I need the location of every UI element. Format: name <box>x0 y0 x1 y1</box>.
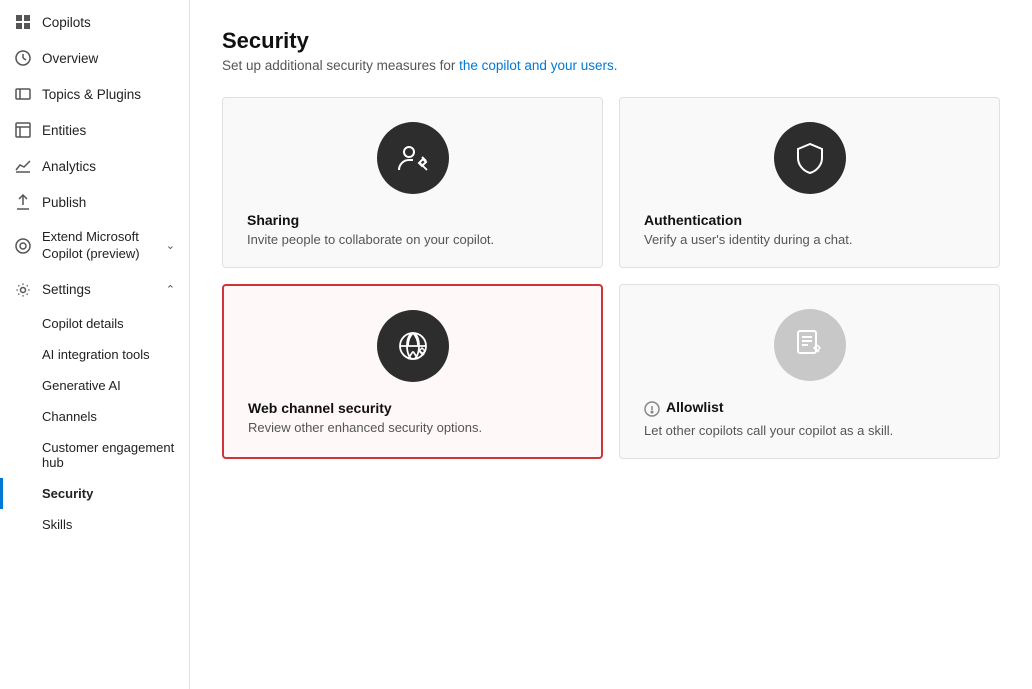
card-auth-desc: Verify a user's identity during a chat. <box>644 232 852 247</box>
sidebar-item-ai-integration[interactable]: AI integration tools <box>0 339 189 370</box>
sharing-icon-circle <box>377 122 449 194</box>
person-edit-icon <box>395 140 431 176</box>
card-sharing-title: Sharing <box>247 212 299 228</box>
subtitle-link[interactable]: the copilot and your users. <box>459 58 617 73</box>
authentication-icon-circle <box>774 122 846 194</box>
publish-icon <box>14 193 32 211</box>
card-authentication[interactable]: Authentication Verify a user's identity … <box>619 97 1000 268</box>
gear-icon <box>14 281 32 299</box>
sidebar-item-publish[interactable]: Publish <box>0 184 189 220</box>
overview-icon <box>14 49 32 67</box>
globe-shield-icon <box>395 328 431 364</box>
main-content: Security Set up additional security meas… <box>190 0 1032 689</box>
sidebar-item-topics[interactable]: Topics & Plugins <box>0 76 189 112</box>
allowlist-header-row: Allowlist <box>644 399 724 419</box>
entities-icon <box>14 121 32 139</box>
sidebar-item-copilot-details[interactable]: Copilot details <box>0 308 189 339</box>
sidebar-item-extend-copilot[interactable]: Extend Microsoft Copilot (preview) ⌄ <box>0 220 189 272</box>
sidebar-item-settings[interactable]: Settings ⌃ <box>0 272 189 308</box>
chevron-up-icon: ⌃ <box>166 283 175 296</box>
sidebar-item-security[interactable]: Security <box>0 478 189 509</box>
sidebar-item-overview[interactable]: Overview <box>0 40 189 76</box>
sidebar-item-skills[interactable]: Skills <box>0 509 189 540</box>
analytics-icon <box>14 157 32 175</box>
shield-icon <box>792 140 828 176</box>
card-auth-title: Authentication <box>644 212 742 228</box>
page-subtitle: Set up additional security measures for … <box>222 58 1000 73</box>
allowlist-icon-circle <box>774 309 846 381</box>
sidebar-item-copilots[interactable]: Copilots <box>0 4 189 40</box>
sidebar-item-analytics[interactable]: Analytics <box>0 148 189 184</box>
card-web-channel-security[interactable]: Web channel security Review other enhanc… <box>222 284 603 459</box>
sidebar: Copilots Overview Topics & Plugins <box>0 0 190 689</box>
card-allowlist-desc: Let other copilots call your copilot as … <box>644 423 893 438</box>
card-web-channel-title: Web channel security <box>248 400 392 416</box>
page-title: Security <box>222 28 1000 54</box>
sidebar-item-entities[interactable]: Entities <box>0 112 189 148</box>
card-grid: Sharing Invite people to collaborate on … <box>222 97 1000 459</box>
card-web-channel-desc: Review other enhanced security options. <box>248 420 482 435</box>
sidebar-item-channels[interactable]: Channels <box>0 401 189 432</box>
sidebar-item-customer-engagement[interactable]: Customer engagement hub <box>0 432 189 478</box>
card-allowlist-title: Allowlist <box>666 399 724 415</box>
chevron-down-icon: ⌄ <box>166 239 175 252</box>
web-channel-icon-circle <box>377 310 449 382</box>
card-allowlist[interactable]: Allowlist Let other copilots call your c… <box>619 284 1000 459</box>
extend-icon <box>14 237 32 255</box>
topics-icon <box>14 85 32 103</box>
sidebar-item-generative-ai[interactable]: Generative AI <box>0 370 189 401</box>
card-sharing[interactable]: Sharing Invite people to collaborate on … <box>222 97 603 268</box>
allowlist-small-icon <box>644 401 660 417</box>
grid-icon <box>14 13 32 31</box>
allowlist-icon <box>792 327 828 363</box>
card-sharing-desc: Invite people to collaborate on your cop… <box>247 232 494 247</box>
